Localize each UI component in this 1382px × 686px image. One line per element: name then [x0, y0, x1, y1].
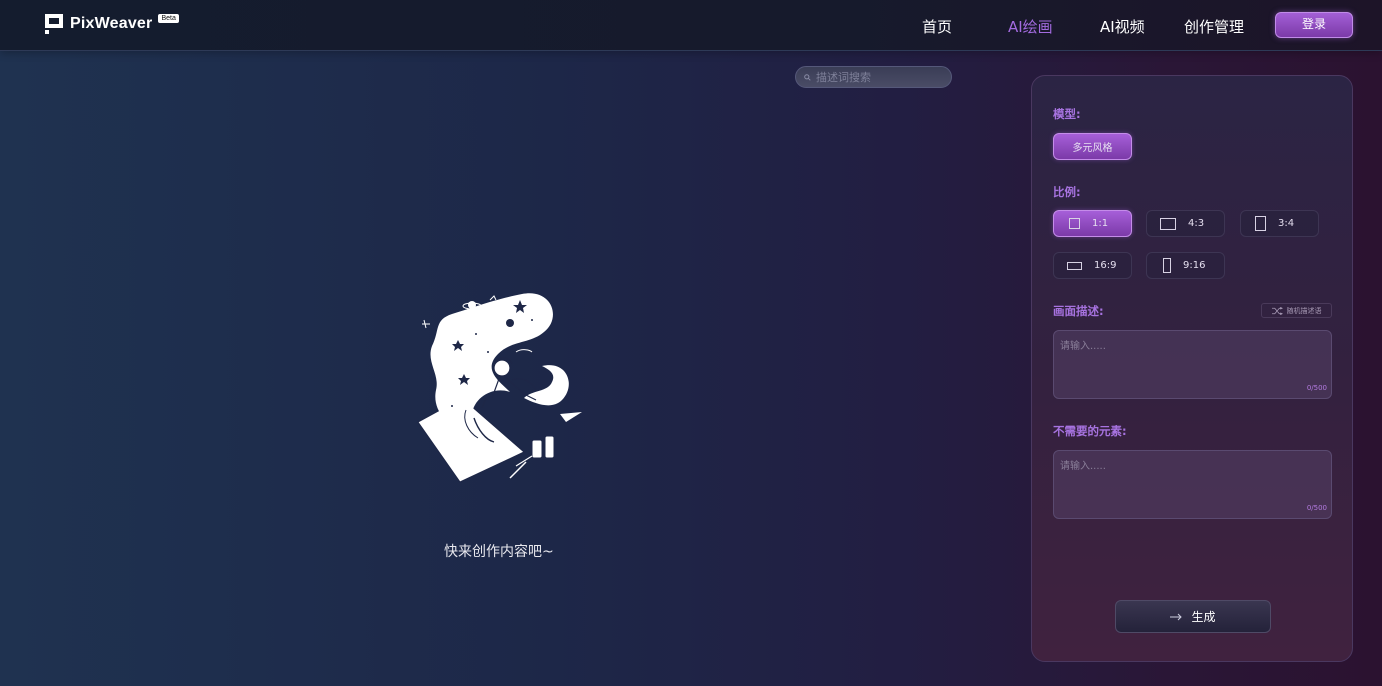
shuffle-icon	[1271, 306, 1283, 315]
model-option-diverse-style[interactable]: 多元风格	[1053, 133, 1132, 160]
arrow-right-icon	[1170, 613, 1183, 620]
model-label: 模型:	[1053, 107, 1081, 121]
negative-char-counter: 0/500	[1306, 504, 1327, 512]
beta-badge: Beta	[158, 13, 179, 23]
prompt-textarea[interactable]	[1060, 337, 1320, 377]
prompt-label: 画面描述:	[1053, 304, 1104, 318]
generation-panel: 模型: 多元风格 比例: 1:1 4:3 3:4 16:9 9:16 画面描述:…	[1031, 75, 1353, 662]
nav-ai-video[interactable]: AI视频	[1100, 16, 1145, 37]
ratio-label: 比例:	[1053, 185, 1081, 199]
empty-state-illustration	[417, 293, 582, 483]
landscape-ratio-icon	[1160, 217, 1176, 230]
negative-prompt-textarea[interactable]	[1060, 457, 1320, 497]
ratio-option-3-4[interactable]: 3:4	[1240, 210, 1319, 237]
search-input[interactable]	[816, 70, 936, 84]
square-ratio-icon	[1069, 218, 1080, 229]
portrait-ratio-icon	[1255, 216, 1266, 231]
ratio-option-16-9[interactable]: 16:9	[1053, 252, 1132, 279]
negative-prompt-label: 不需要的元素:	[1053, 424, 1127, 438]
search-icon	[804, 73, 811, 81]
ratio-option-label: 4:3	[1188, 218, 1205, 229]
ratio-option-label: 1:1	[1092, 218, 1109, 229]
prompt-search-box[interactable]	[795, 66, 952, 88]
ratio-option-4-3[interactable]: 4:3	[1146, 210, 1225, 237]
wide-ratio-icon	[1067, 261, 1082, 270]
prompt-textarea-box: 0/500	[1053, 330, 1332, 399]
empty-state-text: 快来创作内容吧~	[444, 544, 554, 560]
ratio-option-label: 3:4	[1278, 218, 1295, 229]
prompt-char-counter: 0/500	[1306, 384, 1327, 392]
logo-icon	[45, 14, 63, 34]
login-button[interactable]: 登录	[1275, 12, 1353, 38]
top-navbar: PixWeaver Beta 首页 AI绘画 AI视频 创作管理 登录	[0, 0, 1382, 51]
ratio-option-9-16[interactable]: 9:16	[1146, 252, 1225, 279]
random-prompt-label: 随机描述语	[1286, 306, 1322, 315]
logo[interactable]: PixWeaver Beta	[45, 13, 179, 34]
generate-button[interactable]: 生成	[1115, 600, 1271, 633]
tall-ratio-icon	[1163, 258, 1171, 273]
ratio-option-1-1[interactable]: 1:1	[1053, 210, 1132, 237]
random-prompt-button[interactable]: 随机描述语	[1261, 303, 1332, 318]
nav-creation-management[interactable]: 创作管理	[1184, 16, 1244, 37]
negative-textarea-box: 0/500	[1053, 450, 1332, 519]
generate-label: 生成	[1191, 610, 1216, 624]
nav-home[interactable]: 首页	[922, 16, 952, 37]
ratio-option-label: 16:9	[1094, 260, 1117, 271]
logo-text: PixWeaver	[70, 15, 153, 32]
nav-ai-painting[interactable]: AI绘画	[1008, 16, 1053, 37]
ratio-option-label: 9:16	[1183, 260, 1206, 271]
